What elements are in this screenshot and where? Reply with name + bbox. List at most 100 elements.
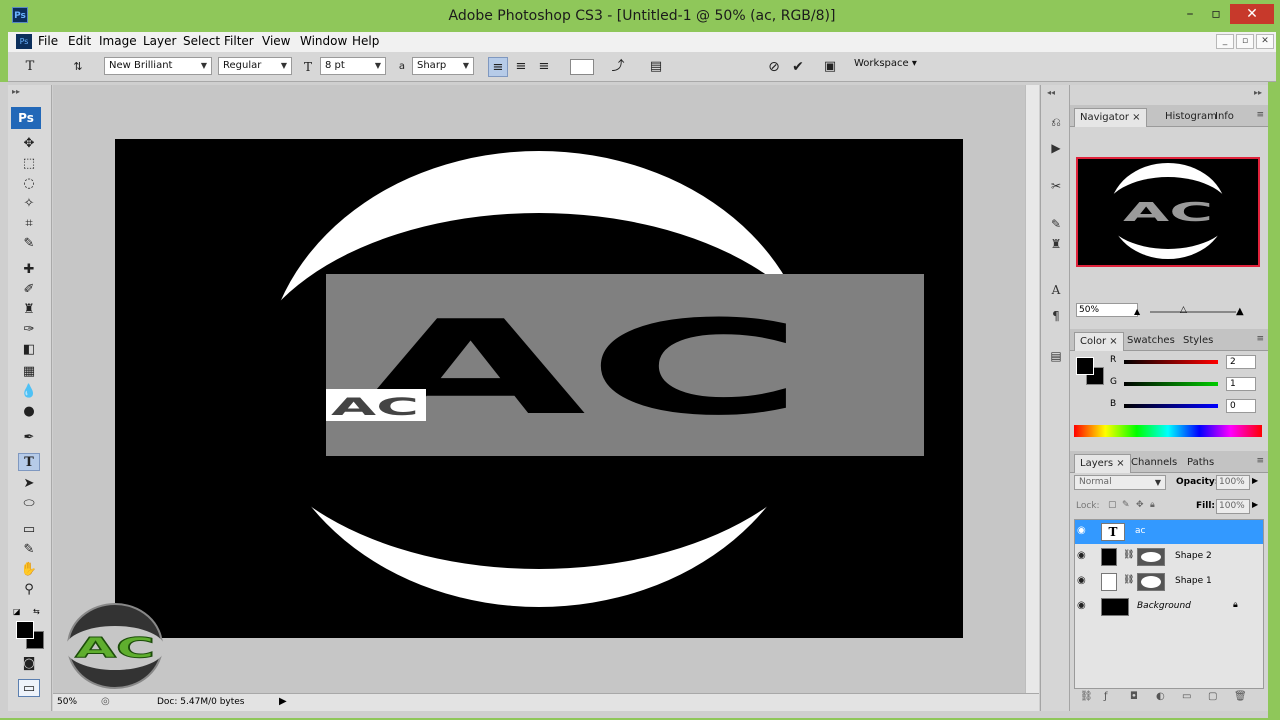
foreground-color-swatch[interactable] [16,621,34,639]
align-left-icon[interactable]: ≡ [488,57,508,77]
visibility-eye-icon[interactable]: ◉ [1077,525,1091,536]
bridge-icon[interactable]: ▣ [820,57,840,77]
align-center-icon[interactable]: ≡ [511,57,531,77]
text-color-swatch[interactable] [570,59,594,75]
font-size-field[interactable]: 8 pt ▼ [320,57,386,75]
tab-color[interactable]: Color × [1074,332,1124,351]
maximize-button[interactable]: ▫ [1204,4,1228,24]
default-colors-icon[interactable]: ◪ [13,607,21,616]
menu-help[interactable]: Help [352,34,379,48]
swap-colors-icon[interactable]: ⇆ [33,607,40,616]
tab-styles[interactable]: Styles [1178,332,1218,351]
lasso-tool-icon[interactable]: ◌ [18,175,40,193]
tool-presets-icon[interactable]: ✂ [1046,177,1066,195]
clone-source-icon[interactable]: ♜ [1046,235,1066,253]
lock-pixels-icon[interactable]: ✎ [1122,500,1130,510]
notes-tool-icon[interactable]: ▭ [18,521,40,539]
crop-tool-icon[interactable]: ⌗ [18,215,40,233]
color-foreground-swatch[interactable] [1076,357,1094,375]
lock-transparency-icon[interactable]: ▢ [1108,500,1117,510]
layer-name[interactable]: Shape 1 [1175,576,1212,586]
character-panel-dock-icon[interactable]: A [1046,281,1066,299]
fill-arrow-icon[interactable]: ▶ [1252,500,1258,509]
menu-layer[interactable]: Layer [143,34,176,48]
font-family-select[interactable]: New Brilliant ▼ [104,57,212,75]
align-right-icon[interactable]: ≡ [534,57,554,77]
shape-tool-icon[interactable]: ⬭ [18,495,40,513]
status-menu-arrow-icon[interactable]: ▶ [279,696,287,707]
actions-panel-icon[interactable]: ▶ [1046,139,1066,157]
green-value-field[interactable]: 1 [1226,377,1256,391]
link-layers-icon[interactable]: ⛓ [1080,691,1093,702]
zoom-out-icon[interactable]: ▲ [1134,307,1140,316]
visibility-eye-icon[interactable]: ◉ [1077,550,1091,561]
quick-mask-icon[interactable]: ◙ [18,655,40,673]
tab-navigator[interactable]: Navigator × [1074,108,1147,127]
add-mask-icon[interactable]: ◘ [1130,691,1138,702]
menu-window[interactable]: Window [300,34,347,48]
character-panel-icon[interactable]: ▤ [646,57,666,77]
layer-style-icon[interactable]: ƒ [1104,691,1108,702]
red-value-field[interactable]: 2 [1226,355,1256,369]
paragraph-panel-icon[interactable]: ¶ [1046,307,1066,325]
spectrum-ramp[interactable] [1074,425,1262,437]
green-slider[interactable] [1124,382,1218,386]
minimize-button[interactable]: – [1178,4,1202,24]
cancel-edits-icon[interactable]: ⊘ [764,57,784,77]
tab-swatches[interactable]: Swatches [1122,332,1180,351]
navigator-preview[interactable]: AC [1076,157,1260,267]
new-group-icon[interactable]: ▭ [1182,691,1191,702]
warp-text-icon[interactable]: ⤴ [608,57,628,77]
adjustment-layer-icon[interactable]: ◐ [1156,691,1165,702]
slice-tool-icon[interactable]: ✎ [18,235,40,253]
lock-position-icon[interactable]: ✥ [1136,500,1144,510]
menu-filter[interactable]: Filter [224,34,254,48]
blue-value-field[interactable]: 0 [1226,399,1256,413]
healing-brush-tool-icon[interactable]: ✚ [18,261,40,279]
layer-name[interactable]: Background [1137,601,1191,611]
layers-menu-icon[interactable]: ≡ [1256,456,1264,466]
status-info-icon[interactable]: ◎ [101,696,110,707]
move-tool-icon[interactable]: ✥ [18,135,40,153]
layer-row-background[interactable]: ◉ Background 🔒︎ [1075,595,1263,619]
menu-edit[interactable]: Edit [68,34,91,48]
blend-mode-select[interactable]: Normal ▼ [1074,475,1166,490]
doc-minimize-button[interactable]: _ [1216,34,1234,49]
blue-slider[interactable] [1124,404,1218,408]
layer-row-shape-2[interactable]: ◉ ⛓ Shape 2 [1075,545,1263,569]
type-tool-icon[interactable]: T [18,453,40,471]
antialias-select[interactable]: Sharp ▼ [412,57,474,75]
color-menu-icon[interactable]: ≡ [1256,334,1264,344]
pen-tool-icon[interactable]: ✒ [18,429,40,447]
doc-restore-button[interactable]: ▫ [1236,34,1254,49]
layer-row-shape-1[interactable]: ◉ ⛓ Shape 1 [1075,570,1263,594]
navigator-zoom-field[interactable]: 50% [1076,303,1138,317]
hand-tool-icon[interactable]: ✋ [18,561,40,579]
clone-stamp-tool-icon[interactable]: ♜ [18,301,40,319]
tab-info[interactable]: Info [1210,108,1239,127]
document-canvas[interactable]: AC AC [115,139,963,638]
visibility-eye-icon[interactable]: ◉ [1077,575,1091,586]
navigator-slider-thumb[interactable]: △ [1180,305,1187,315]
eraser-tool-icon[interactable]: ◧ [18,341,40,359]
tab-paths[interactable]: Paths [1182,454,1219,473]
menu-image[interactable]: Image [99,34,137,48]
commit-edits-icon[interactable]: ✔ [788,57,808,77]
navigator-zoom-slider[interactable] [1150,311,1236,313]
menu-file[interactable]: File [38,34,58,48]
toolbox-collapse-icon[interactable]: ▸▸ [12,87,20,96]
brush-tool-icon[interactable]: ✐ [18,281,40,299]
delete-layer-icon[interactable]: 🗑︎ [1234,691,1247,702]
type-tool-preset-icon[interactable]: T [20,57,40,77]
magic-wand-tool-icon[interactable]: ✧ [18,195,40,213]
panels-collapse-icon[interactable]: ▸▸ [1254,88,1262,97]
history-panel-icon[interactable]: ⎌ [1046,113,1066,131]
blur-tool-icon[interactable]: 💧 [18,383,40,401]
gradient-tool-icon[interactable]: ▦ [18,363,40,381]
ps-document-icon[interactable]: Ps [16,34,32,49]
dock-expand-icon[interactable]: ◂◂ [1047,88,1055,97]
zoom-tool-icon[interactable]: ⚲ [18,581,40,599]
screen-mode-icon[interactable]: ▭ [18,679,40,697]
history-brush-tool-icon[interactable]: ✑ [18,321,40,339]
marquee-tool-icon[interactable]: ⬚ [18,155,40,173]
